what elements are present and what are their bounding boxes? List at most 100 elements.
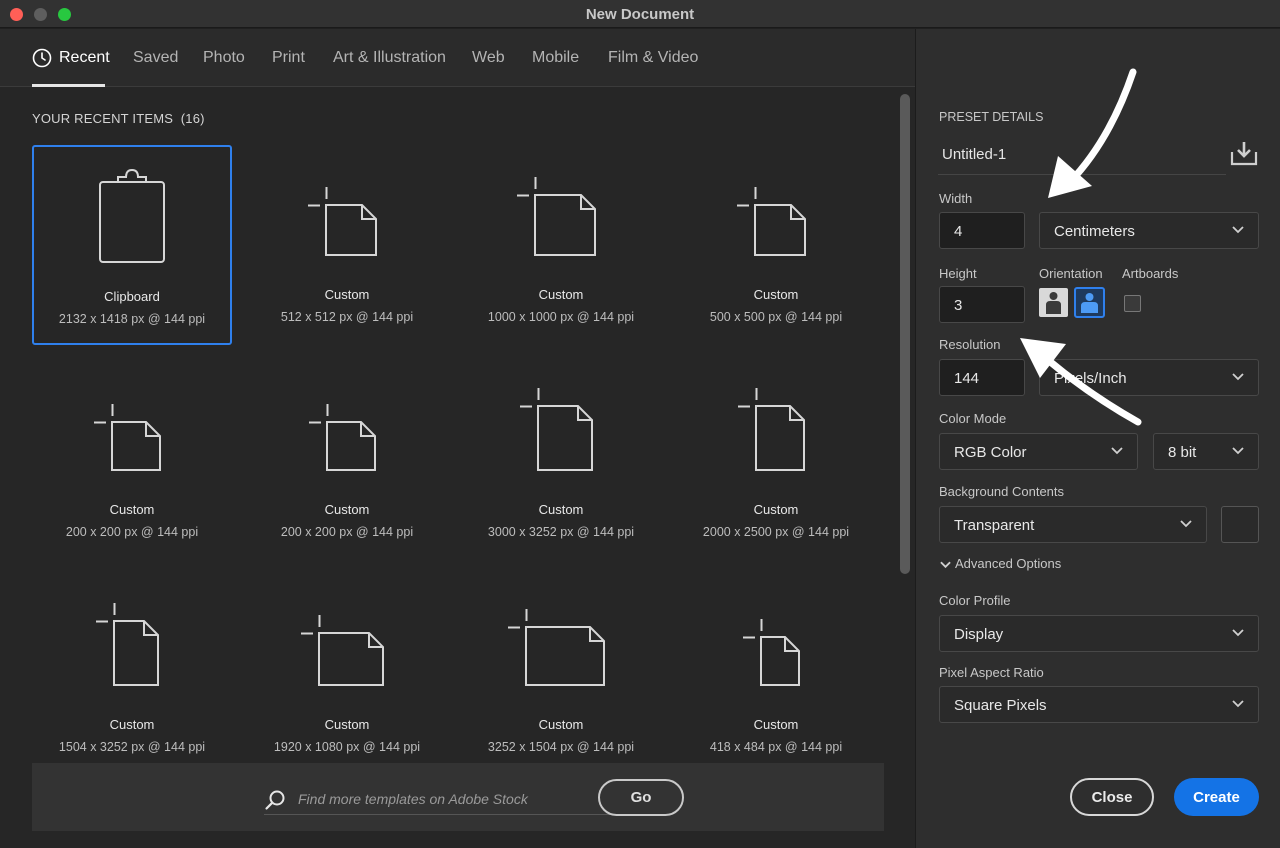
item-name: Custom [538, 287, 584, 302]
recent-item[interactable]: Custom 418 x 484 px @ 144 ppi [676, 575, 876, 775]
resolution-unit-select[interactable]: Pixels/Inch [1039, 359, 1259, 396]
pixel-aspect-ratio-label: Pixel Aspect Ratio [939, 665, 1044, 680]
item-name: Custom [538, 502, 584, 517]
preset-details-panel: PRESET DETAILS Untitled-1 Width 4 Centim… [915, 29, 1280, 848]
item-name: Custom [324, 717, 370, 732]
document-icon [94, 404, 161, 471]
chevron-down-icon [1232, 447, 1244, 455]
resolution-label: Resolution [939, 337, 1001, 352]
clipboard-icon [99, 168, 165, 263]
recent-item[interactable]: Custom 512 x 512 px @ 144 ppi [247, 145, 447, 345]
recent-item[interactable]: Custom 1000 x 1000 px @ 144 ppi [461, 145, 661, 345]
document-icon [508, 609, 605, 686]
orientation-label: Orientation [1039, 266, 1103, 281]
color-mode-label: Color Mode [939, 411, 1007, 426]
document-icon [738, 388, 805, 471]
item-dimensions: 2132 x 1418 px @ 144 ppi [58, 312, 206, 326]
item-dimensions: 1920 x 1080 px @ 144 ppi [273, 740, 421, 754]
item-dimensions: 1504 x 3252 px @ 144 ppi [58, 740, 206, 754]
recent-item[interactable]: Custom 500 x 500 px @ 144 ppi [676, 145, 876, 345]
width-label: Width [939, 191, 973, 206]
document-icon [96, 603, 159, 686]
recent-items-count: (16) [180, 111, 205, 126]
document-icon [737, 187, 806, 256]
document-icon [520, 388, 593, 471]
resolution-input[interactable]: 144 [939, 359, 1025, 396]
portrait-orientation-icon[interactable] [1038, 287, 1069, 318]
item-name: Custom [753, 287, 799, 302]
background-color-swatch[interactable] [1221, 506, 1259, 543]
recent-item[interactable]: Custom 1504 x 3252 px @ 144 ppi [32, 575, 232, 775]
tab-film-video[interactable]: Film & Video [608, 49, 698, 67]
tab-recent[interactable]: Recent [59, 49, 110, 67]
bit-depth-select[interactable]: 8 bit [1153, 433, 1259, 470]
clock-icon [32, 48, 52, 68]
item-dimensions: 1000 x 1000 px @ 144 ppi [487, 310, 635, 324]
background-contents-label: Background Contents [939, 484, 1065, 499]
chevron-down-icon [1232, 629, 1244, 637]
artboards-checkbox[interactable] [1124, 295, 1141, 312]
height-label: Height [939, 266, 977, 281]
background-contents-select[interactable]: Transparent [939, 506, 1207, 543]
document-name-field[interactable]: Untitled-1 [938, 139, 1226, 175]
document-icon [743, 619, 800, 686]
tab-photo[interactable]: Photo [203, 49, 245, 67]
width-input[interactable]: 4 [939, 212, 1025, 249]
chevron-down-icon [1180, 520, 1192, 528]
item-name: Custom [538, 717, 584, 732]
stock-search [264, 787, 619, 815]
item-dimensions: 200 x 200 px @ 144 ppi [65, 525, 199, 539]
item-name: Custom [753, 717, 799, 732]
tab-bar: Recent Saved Photo Print Art & Illustrat… [0, 29, 915, 87]
item-name: Custom [109, 502, 155, 517]
adobe-stock-bar: Go [32, 763, 884, 831]
item-name: Custom [324, 287, 370, 302]
item-dimensions: 200 x 200 px @ 144 ppi [280, 525, 414, 539]
chevron-down-icon [1232, 373, 1244, 381]
recent-item[interactable]: Custom 3252 x 1504 px @ 144 ppi [461, 575, 661, 775]
scrollbar-thumb[interactable] [900, 94, 910, 574]
color-mode-select[interactable]: RGB Color [939, 433, 1138, 470]
height-input[interactable]: 3 [939, 286, 1025, 323]
chevron-down-icon [1232, 226, 1244, 234]
color-profile-select[interactable]: Display [939, 615, 1259, 652]
artboards-label: Artboards [1122, 266, 1179, 281]
tab-art-illustration[interactable]: Art & Illustration [333, 49, 446, 67]
width-unit-select[interactable]: Centimeters [1039, 212, 1259, 249]
tab-saved[interactable]: Saved [133, 49, 178, 67]
item-dimensions: 500 x 500 px @ 144 ppi [709, 310, 843, 324]
advanced-options-toggle[interactable]: Advanced Options [940, 556, 1061, 571]
title-bar: New Document [0, 0, 1280, 28]
pixel-aspect-ratio-select[interactable]: Square Pixels [939, 686, 1259, 723]
document-icon [301, 615, 384, 686]
tab-print[interactable]: Print [272, 49, 305, 67]
item-name: Custom [753, 502, 799, 517]
create-button[interactable]: Create [1174, 778, 1259, 816]
chevron-down-icon [1111, 447, 1123, 455]
item-dimensions: 3252 x 1504 px @ 144 ppi [487, 740, 635, 754]
close-button[interactable]: Close [1070, 778, 1154, 816]
color-profile-label: Color Profile [939, 593, 1011, 608]
document-icon [308, 187, 377, 256]
item-dimensions: 2000 x 2500 px @ 144 ppi [702, 525, 850, 539]
item-name: Clipboard [104, 289, 160, 304]
preset-details-heading: PRESET DETAILS [939, 110, 1044, 124]
stock-search-input[interactable] [298, 787, 618, 811]
recent-item[interactable]: Custom 3000 x 3252 px @ 144 ppi [461, 360, 661, 560]
save-preset-icon[interactable] [1230, 140, 1258, 166]
chevron-down-icon [1232, 700, 1244, 708]
chevron-down-icon [940, 561, 951, 568]
recent-item[interactable]: Clipboard 2132 x 1418 px @ 144 ppi [32, 145, 232, 345]
item-dimensions: 418 x 484 px @ 144 ppi [709, 740, 843, 754]
landscape-orientation-icon[interactable] [1074, 287, 1105, 318]
recent-item[interactable]: Custom 2000 x 2500 px @ 144 ppi [676, 360, 876, 560]
recent-item[interactable]: Custom 200 x 200 px @ 144 ppi [32, 360, 232, 560]
go-button[interactable]: Go [598, 779, 684, 816]
document-icon [309, 404, 376, 471]
recent-item[interactable]: Custom 200 x 200 px @ 144 ppi [247, 360, 447, 560]
main-area: Recent Saved Photo Print Art & Illustrat… [0, 29, 915, 848]
tab-mobile[interactable]: Mobile [532, 49, 579, 67]
tab-web[interactable]: Web [472, 49, 505, 67]
recent-item[interactable]: Custom 1920 x 1080 px @ 144 ppi [247, 575, 447, 775]
document-icon [517, 177, 596, 256]
